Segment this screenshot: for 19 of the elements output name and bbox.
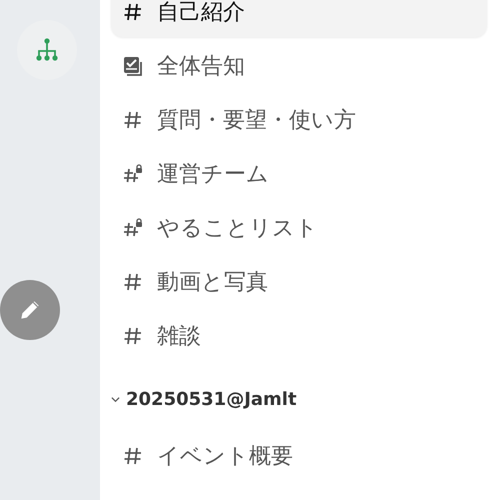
channel-item[interactable]: 雑談	[111, 311, 487, 361]
hash-icon	[123, 2, 143, 22]
locked-hash-icon	[123, 218, 143, 238]
hash-icon	[123, 110, 143, 130]
channel-item[interactable]: 全体告知	[111, 41, 487, 91]
channel-item[interactable]: 動画と写真	[111, 257, 487, 307]
hash-icon	[123, 326, 143, 346]
channel-item[interactable]: 質問・要望・使い方	[111, 95, 487, 145]
channel-item[interactable]: イベント概要	[111, 431, 487, 481]
channel-item[interactable]: 自己紹介	[111, 0, 487, 37]
checked-board-icon	[123, 56, 143, 76]
caret-icon	[111, 394, 120, 404]
channel-item[interactable]: やることリスト	[111, 203, 487, 253]
channel-item[interactable]: 運営チーム	[111, 149, 487, 199]
hash-icon	[123, 446, 143, 466]
hierarchy-icon	[35, 38, 59, 62]
hash-icon	[123, 272, 143, 292]
section-header[interactable]: 20250531@Jamlt	[111, 371, 487, 427]
locked-hash-icon	[123, 164, 143, 184]
